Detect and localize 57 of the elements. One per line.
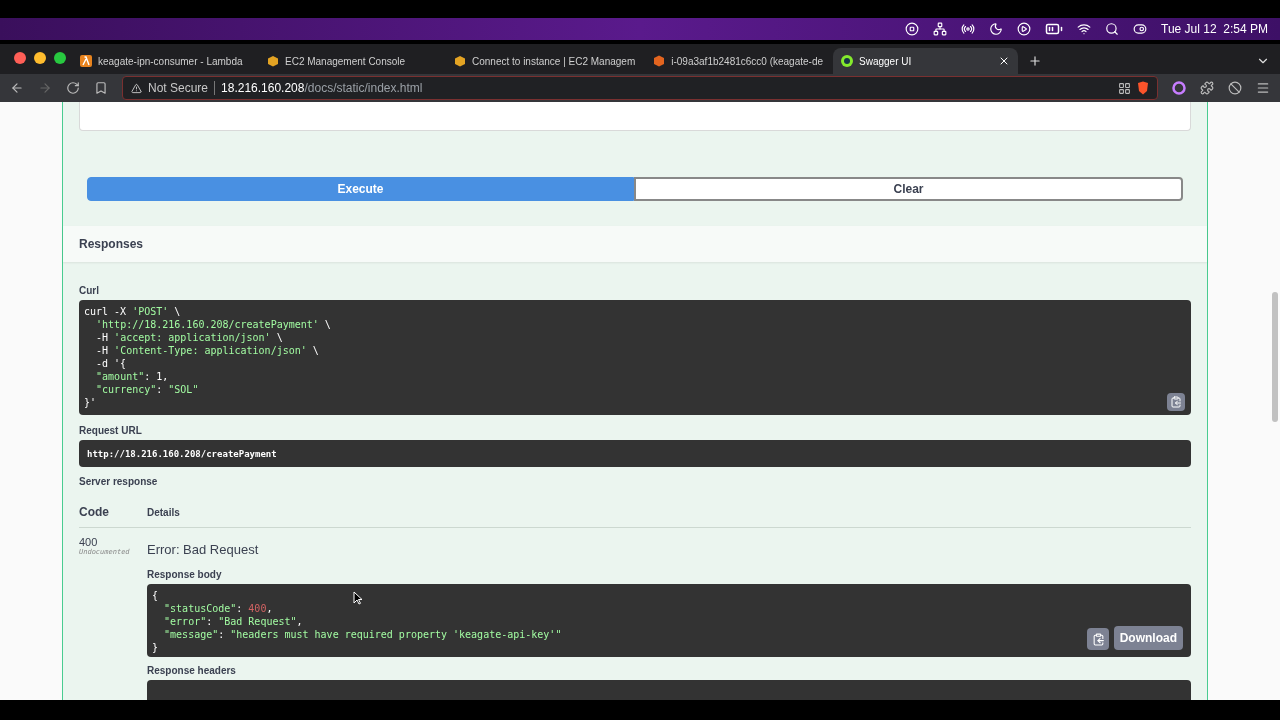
responses-title: Responses: [79, 237, 144, 252]
clipboard-icon: [1170, 396, 1182, 408]
response-body-label: Response body: [147, 569, 222, 580]
back-icon[interactable]: [10, 81, 24, 95]
hexagon-icon: [653, 55, 666, 67]
url-text: 18.216.160.208/docs/static/index.html: [221, 81, 423, 95]
clear-button[interactable]: Clear: [634, 177, 1183, 202]
address-bar[interactable]: Not Secure 18.216.160.208/docs/static/index.html: [122, 76, 1158, 100]
record-stop-icon[interactable]: [905, 22, 920, 36]
download-button[interactable]: Download: [1113, 626, 1183, 650]
box-icon: [267, 55, 279, 67]
lambda-icon: [80, 55, 92, 67]
wifi-icon[interactable]: [1077, 22, 1092, 36]
moon-icon[interactable]: [989, 22, 1004, 36]
request-url-label: Request URL: [79, 425, 142, 436]
request-body-field[interactable]: [79, 102, 1191, 132]
close-window-button[interactable]: [14, 52, 26, 64]
search-icon[interactable]: [1105, 22, 1120, 36]
request-url-block: http://18.216.160.208/createPayment: [79, 440, 1191, 467]
swagger-icon: [841, 55, 854, 67]
browser-tab[interactable]: keagate-ipn-consumer - Lambda: [72, 48, 257, 74]
menubar-clock: Tue Jul 12 2:54 PM: [1161, 22, 1268, 36]
copy-button[interactable]: [1167, 393, 1185, 411]
curl-label: Curl: [79, 285, 99, 296]
antenna-icon[interactable]: [961, 22, 976, 36]
browser-tab[interactable]: i-09a3af1b2481c6cc0 (keagate-de: [645, 48, 832, 74]
security-label: Not Secure: [148, 81, 216, 95]
browser-tab[interactable]: EC2 Management Console: [259, 48, 444, 74]
details-column-header: Details: [147, 506, 180, 518]
browser-tab[interactable]: Swagger UI: [833, 48, 1019, 74]
new-tab-icon[interactable]: [1028, 54, 1043, 68]
copy-button[interactable]: [1087, 628, 1109, 650]
network-icon[interactable]: [933, 22, 948, 36]
curl-code-block: curl -X 'POST' \ 'http://18.216.160.208/createPayment' \ -H 'accept: application/json' \ -H 'Content-Type: application/json' \ -d '{ "amount": 1, "currency": "SOL" }': [79, 300, 1191, 415]
scrollbar[interactable]: [1272, 292, 1278, 422]
warning-icon: [131, 82, 142, 94]
puzzle-icon[interactable]: [1200, 81, 1214, 95]
clipboard-icon: [1091, 632, 1105, 646]
browser-tab[interactable]: Connect to instance | EC2 Managem: [446, 48, 644, 74]
shield-icon[interactable]: [1137, 81, 1149, 95]
minimize-window-button[interactable]: [34, 52, 46, 64]
bookmark-icon[interactable]: [94, 81, 108, 95]
blocked-icon[interactable]: [1228, 81, 1242, 95]
code-column-header: Code: [79, 505, 107, 519]
error-title: Error: Bad Request: [147, 542, 259, 557]
control-center-icon[interactable]: [1133, 22, 1148, 36]
reload-icon[interactable]: [66, 81, 80, 95]
play-icon[interactable]: [1017, 22, 1032, 36]
ring-icon[interactable]: [1172, 81, 1186, 95]
grid-icon[interactable]: [1118, 81, 1131, 95]
server-response-label: Server response: [79, 476, 158, 487]
zoom-window-button[interactable]: [54, 52, 66, 64]
box-icon: [454, 55, 466, 67]
response-headers-label: Response headers: [147, 665, 236, 676]
status-code: 400: [79, 536, 99, 548]
pointer-cursor-icon: [353, 591, 363, 605]
menu-icon[interactable]: [1256, 81, 1270, 95]
